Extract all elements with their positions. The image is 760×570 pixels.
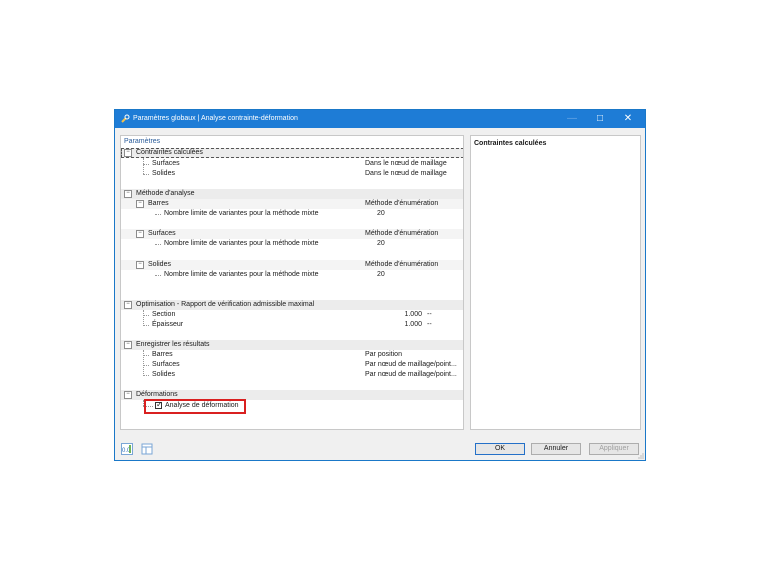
panel-title: Paramètres bbox=[124, 138, 161, 145]
row-value[interactable]: Par position bbox=[365, 351, 402, 358]
dialog-window: Paramètres globaux | Analyse contrainte-… bbox=[114, 109, 646, 461]
resize-grip-icon[interactable] bbox=[638, 453, 644, 459]
settings-wrench-icon bbox=[121, 114, 130, 123]
subgroup-solids[interactable]: − Solides Méthode d'énumération bbox=[121, 260, 463, 270]
cancel-button[interactable]: Annuler bbox=[531, 443, 581, 455]
row-label: Méthode d'analyse bbox=[136, 190, 195, 197]
row-value[interactable]: Méthode d'énumération bbox=[365, 230, 438, 237]
row-surfaces[interactable]: Surfaces Dans le nœud de maillage bbox=[121, 159, 463, 169]
group-analysis-method[interactable]: − Méthode d'analyse bbox=[121, 189, 463, 199]
row-label: Surfaces bbox=[152, 361, 180, 368]
tree-line bbox=[155, 275, 161, 276]
row-label: Barres bbox=[152, 351, 173, 358]
row-value[interactable]: Méthode d'énumération bbox=[365, 261, 438, 268]
row-variant-limit[interactable]: Nombre limite de variantes pour la métho… bbox=[121, 270, 463, 280]
window-title: Paramètres globaux | Analyse contrainte-… bbox=[133, 115, 298, 122]
row-value[interactable]: Méthode d'énumération bbox=[365, 200, 438, 207]
tree-line bbox=[155, 214, 161, 215]
group-save-results[interactable]: − Enregistrer les résultats bbox=[121, 340, 463, 350]
dialog-table-icon[interactable] bbox=[141, 443, 153, 455]
minimize-button[interactable]: — bbox=[559, 110, 585, 128]
apply-button[interactable]: Appliquer bbox=[589, 443, 639, 455]
tree-line bbox=[143, 174, 149, 175]
parameters-panel: Paramètres − Contraintes calculées Surfa… bbox=[120, 135, 464, 430]
collapse-icon[interactable]: − bbox=[124, 190, 132, 198]
row-label: Solides bbox=[152, 371, 175, 378]
tree-line bbox=[143, 164, 149, 165]
row-value[interactable]: Par nœud de maillage/point... bbox=[365, 361, 457, 368]
row-thickness[interactable]: Épaisseur 1.000 -- bbox=[121, 320, 463, 330]
collapse-icon[interactable]: − bbox=[124, 301, 132, 309]
description-panel: Contraintes calculées bbox=[470, 135, 641, 430]
row-label: Barres bbox=[148, 200, 169, 207]
row-value[interactable]: 1.000 bbox=[404, 321, 422, 328]
description-title: Contraintes calculées bbox=[474, 140, 547, 147]
collapse-icon[interactable]: − bbox=[124, 149, 132, 157]
tree-line bbox=[143, 355, 149, 356]
tree-line bbox=[143, 325, 149, 326]
maximize-button[interactable]: □ bbox=[587, 110, 613, 128]
row-value[interactable]: 20 bbox=[377, 210, 385, 217]
collapse-icon[interactable]: − bbox=[124, 341, 132, 349]
row-value[interactable]: Par nœud de maillage/point... bbox=[365, 371, 457, 378]
row-label: Solides bbox=[152, 170, 175, 177]
title-bar[interactable]: Paramètres globaux | Analyse contrainte-… bbox=[115, 110, 645, 128]
group-optimization[interactable]: − Optimisation - Rapport de vérification… bbox=[121, 300, 463, 310]
row-value[interactable]: Dans le nœud de maillage bbox=[365, 160, 447, 167]
collapse-icon[interactable]: − bbox=[136, 200, 144, 208]
row-label: Nombre limite de variantes pour la métho… bbox=[164, 240, 319, 247]
row-surfaces[interactable]: Surfaces Par nœud de maillage/point... bbox=[121, 360, 463, 370]
close-button[interactable]: ✕ bbox=[615, 110, 641, 128]
highlight-box bbox=[144, 399, 246, 414]
row-label: Nombre limite de variantes pour la métho… bbox=[164, 210, 319, 217]
row-value[interactable]: 20 bbox=[377, 240, 385, 247]
row-members[interactable]: Barres Par position bbox=[121, 350, 463, 360]
row-label: Surfaces bbox=[152, 160, 180, 167]
row-unit: -- bbox=[427, 311, 432, 318]
units-icon[interactable]: 0.0 bbox=[121, 443, 133, 455]
row-value[interactable]: 20 bbox=[377, 271, 385, 278]
row-variant-limit[interactable]: Nombre limite de variantes pour la métho… bbox=[121, 239, 463, 249]
row-variant-limit[interactable]: Nombre limite de variantes pour la métho… bbox=[121, 209, 463, 219]
row-label: Surfaces bbox=[148, 230, 176, 237]
row-value[interactable]: 1.000 bbox=[404, 311, 422, 318]
tree-line bbox=[143, 375, 149, 376]
row-solids[interactable]: Solides Dans le nœud de maillage bbox=[121, 169, 463, 179]
ok-button[interactable]: OK bbox=[475, 443, 525, 455]
row-label: Optimisation - Rapport de vérification a… bbox=[136, 301, 315, 308]
collapse-icon[interactable]: − bbox=[136, 261, 144, 269]
row-label: Contraintes calculées bbox=[136, 149, 203, 156]
tree-line bbox=[143, 315, 149, 316]
row-value[interactable]: Dans le nœud de maillage bbox=[365, 170, 447, 177]
group-calculated-stresses[interactable]: − Contraintes calculées bbox=[121, 148, 463, 158]
subgroup-members[interactable]: − Barres Méthode d'énumération bbox=[121, 199, 463, 209]
row-label: Section bbox=[152, 311, 176, 318]
row-label: Enregistrer les résultats bbox=[136, 341, 210, 348]
row-label: Déformations bbox=[136, 391, 178, 398]
row-section[interactable]: Section 1.000 -- bbox=[121, 310, 463, 320]
row-label: Épaisseur bbox=[152, 321, 184, 328]
collapse-icon[interactable]: − bbox=[136, 230, 144, 238]
row-label: Nombre limite de variantes pour la métho… bbox=[164, 271, 319, 278]
row-label: Solides bbox=[148, 261, 171, 268]
row-unit: -- bbox=[427, 321, 432, 328]
tree-line bbox=[143, 365, 149, 366]
tree-line bbox=[155, 244, 161, 245]
row-solids[interactable]: Solides Par nœud de maillage/point... bbox=[121, 370, 463, 380]
collapse-icon[interactable]: − bbox=[124, 391, 132, 399]
subgroup-surfaces[interactable]: − Surfaces Méthode d'énumération bbox=[121, 229, 463, 239]
